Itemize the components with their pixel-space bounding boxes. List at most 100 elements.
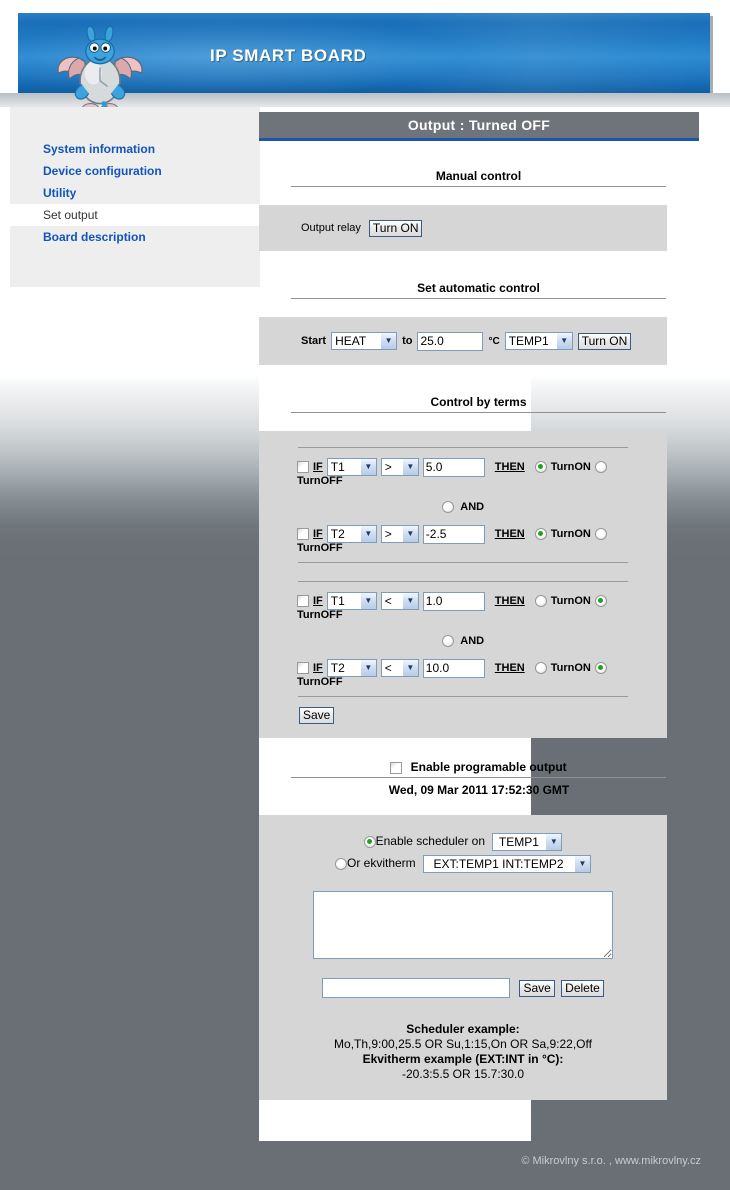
chevron-down-icon: ▼ [401, 459, 418, 475]
term-enable-checkbox-1[interactable] [297, 461, 309, 473]
turn-off-label: TurnOFF [297, 542, 343, 554]
term-value-input-2[interactable] [422, 524, 485, 544]
chevron-down-icon: ▼ [555, 333, 572, 349]
turn-on-label: TurnON [550, 662, 591, 674]
then-label: THEN [494, 461, 525, 473]
term-enable-checkbox-4[interactable] [297, 662, 309, 674]
scheduler-mode-row: Enable scheduler on TEMP1 ▼ [259, 831, 667, 851]
page-title: IP SMART BOARD [210, 46, 367, 65]
automatic-mode-select[interactable]: HEAT ▼ [331, 332, 398, 350]
term-enable-checkbox-2[interactable] [297, 528, 309, 540]
programmable-output-heading: Enable programable output [291, 760, 666, 778]
term-value-input-3[interactable] [422, 591, 485, 611]
term-turn-on-radio-2[interactable] [534, 528, 547, 540]
chevron-down-icon: ▼ [359, 459, 376, 475]
sidebar-item-system-information[interactable]: System information [10, 138, 260, 160]
main-content: Output : Turned OFF Manual control Outpu… [259, 112, 699, 1100]
turn-on-label: TurnON [550, 528, 591, 540]
term-operator-select-4[interactable]: < ▼ [380, 659, 419, 677]
scheduler-delete-button[interactable]: Delete [561, 979, 604, 997]
scheduler-sensor-select[interactable]: TEMP1 ▼ [492, 832, 563, 851]
device-timestamp: Wed, 09 Mar 2011 17:52:30 GMT [388, 783, 570, 797]
chevron-down-icon: ▼ [401, 526, 418, 542]
sidebar-item-label: Utility [43, 186, 77, 200]
term-sensor-select-2[interactable]: T2 ▼ [326, 525, 377, 543]
term-operator-select-2[interactable]: > ▼ [380, 525, 419, 543]
and-radio-2[interactable] [441, 634, 454, 647]
automatic-mode-value: HEAT [335, 334, 367, 348]
chevron-down-icon: ▼ [359, 660, 376, 676]
term-operator-value: > [384, 460, 392, 474]
ekvitherm-example-title: Ekvitherm example (EXT:INT in °C): [362, 1052, 564, 1066]
ekvitherm-select[interactable]: EXT:TEMP1 INT:TEMP2 ▼ [423, 854, 592, 873]
ekvitherm-mode-row: Or ekvitherm EXT:TEMP1 INT:TEMP2 ▼ [259, 853, 667, 873]
term-value-input-1[interactable] [422, 457, 485, 477]
sidebar-item-board-description[interactable]: Board description [10, 226, 260, 248]
sidebar-item-set-output[interactable]: Set output [10, 204, 260, 226]
term-operator-select-1[interactable]: > ▼ [380, 458, 419, 476]
term-turn-off-radio-3[interactable] [594, 595, 607, 607]
term-turn-off-radio-1[interactable] [594, 461, 607, 473]
ekvitherm-example-line: -20.3:5.5 OR 15.7:30.0 [401, 1067, 525, 1081]
term-sensor-value: T1 [330, 594, 345, 608]
and-connector-2: AND [259, 633, 667, 647]
and-connector-1: AND [259, 499, 667, 513]
term-sensor-select-3[interactable]: T1 ▼ [326, 592, 377, 610]
if-label: IF [313, 662, 323, 674]
term-sensor-select-1[interactable]: T1 ▼ [326, 458, 377, 476]
term-operator-select-3[interactable]: < ▼ [380, 592, 419, 610]
automatic-turn-on-button[interactable]: Turn ON [577, 332, 632, 350]
enable-programmable-output-checkbox[interactable] [390, 761, 403, 774]
enable-scheduler-radio[interactable] [363, 835, 376, 848]
then-label: THEN [494, 595, 525, 607]
chevron-down-icon: ▼ [401, 660, 418, 676]
scheduler-entry-input[interactable] [322, 978, 511, 998]
footer-copyright: © Mikrovlny s.r.o. , www.mikrovlny.cz [521, 1155, 701, 1167]
chevron-down-icon: ▼ [574, 855, 591, 872]
manual-control-heading: Manual control [291, 169, 666, 187]
scheduler-save-button[interactable]: Save [519, 979, 555, 997]
sidebar-item-label: Board description [43, 230, 146, 244]
output-status-bar: Output : Turned OFF [259, 112, 699, 141]
ekvitherm-label: Or ekvitherm [346, 856, 416, 870]
terms-save-button[interactable]: Save [299, 707, 335, 724]
chevron-down-icon: ▼ [359, 593, 376, 609]
term-operator-value: < [384, 661, 392, 675]
and-label: AND [460, 635, 485, 647]
term-enable-checkbox-3[interactable] [297, 595, 309, 607]
to-label: to [402, 335, 413, 347]
control-by-terms-heading: Control by terms [291, 395, 666, 413]
term-turn-off-radio-2[interactable] [594, 528, 607, 540]
and-radio-1[interactable] [441, 500, 454, 513]
output-relay-turn-on-button[interactable]: Turn ON [368, 219, 423, 237]
term-operator-value: > [384, 527, 392, 541]
then-label: THEN [494, 662, 525, 674]
term-turn-off-radio-4[interactable] [594, 662, 607, 674]
term-sensor-value: T1 [330, 460, 345, 474]
scheduler-panel: Enable scheduler on TEMP1 ▼ Or ekvitherm… [259, 815, 667, 1100]
page-header: IP SMART BOARD [0, 0, 730, 132]
control-by-terms-panel: IF T1 ▼ > ▼ THEN TurnON TurnOFF AND IF [259, 431, 667, 738]
sidebar-item-label: Device configuration [43, 164, 162, 178]
ekvitherm-value: EXT:TEMP1 INT:TEMP2 [433, 856, 564, 871]
then-label: THEN [494, 528, 525, 540]
sidebar-item-utility[interactable]: Utility [10, 182, 260, 204]
term-sensor-select-4[interactable]: T2 ▼ [326, 659, 377, 677]
chevron-down-icon: ▼ [380, 333, 397, 349]
scheduler-textarea[interactable] [313, 891, 613, 959]
term-value-input-4[interactable] [422, 658, 485, 678]
term-turn-on-radio-1[interactable] [534, 461, 547, 473]
sidebar-navigation: System information Device configuration … [10, 107, 260, 287]
sidebar-item-label: System information [43, 142, 156, 156]
automatic-control-heading: Set automatic control [291, 281, 666, 299]
sidebar-item-device-configuration[interactable]: Device configuration [10, 160, 260, 182]
scheduler-help-text: Scheduler example: Mo,Th,9:00,25.5 OR Su… [259, 1022, 667, 1082]
turn-on-label: TurnON [550, 461, 591, 473]
automatic-temperature-input[interactable] [417, 331, 484, 351]
automatic-sensor-value: TEMP1 [508, 334, 549, 348]
chevron-down-icon: ▼ [545, 833, 562, 850]
term-turn-on-radio-4[interactable] [534, 662, 547, 674]
term-turn-on-radio-3[interactable] [534, 595, 547, 607]
automatic-sensor-select[interactable]: TEMP1 ▼ [504, 332, 573, 350]
ekvitherm-radio[interactable] [334, 857, 347, 870]
